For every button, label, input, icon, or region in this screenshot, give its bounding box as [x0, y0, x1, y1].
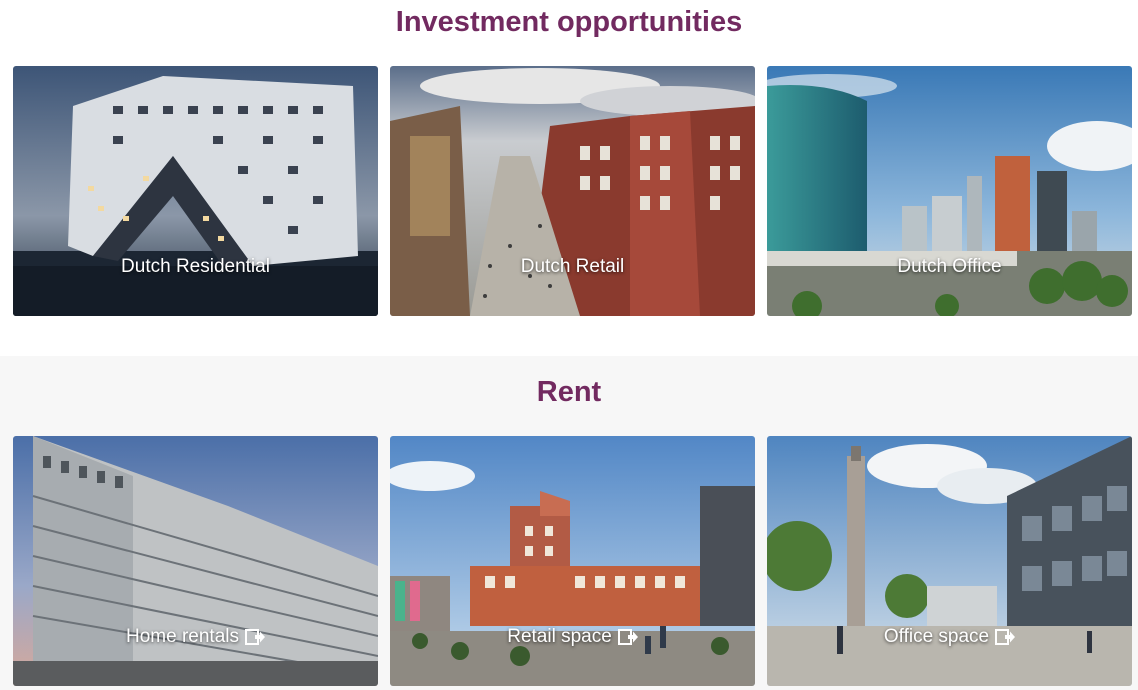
retail-space-square-image: [390, 436, 755, 686]
retail-street-image: [390, 66, 755, 316]
card-home-rentals[interactable]: Home rentals: [13, 436, 378, 686]
home-rentals-building-image: [13, 436, 378, 686]
office-space-plaza-image: [767, 436, 1132, 686]
card-label-dutch-retail: Dutch Retail: [520, 256, 625, 277]
residential-building-image: [13, 66, 378, 316]
investment-heading: Investment opportunities: [395, 6, 743, 38]
office-towers-image: [767, 66, 1132, 316]
external-link-icon: [995, 629, 1016, 645]
card-dutch-office[interactable]: Dutch Office: [767, 66, 1132, 316]
card-dutch-residential[interactable]: Dutch Residential: [13, 66, 378, 316]
external-link-icon: [245, 629, 265, 645]
card-label-dutch-office: Dutch Office: [897, 256, 1002, 277]
card-office-space[interactable]: Office space: [767, 436, 1132, 686]
card-label-home-rentals: Home rentals: [13, 626, 378, 648]
card-label-office-space: Office space: [767, 626, 1132, 648]
rent-section: Rent Home rentals Retail space Office sp…: [0, 356, 1138, 690]
card-label-retail-space: Retail space: [390, 626, 755, 648]
external-link-icon: [617, 629, 638, 645]
card-label-dutch-residential: Dutch Residential: [121, 256, 270, 277]
investment-section: Investment opportunities Dutch Residenti…: [0, 0, 1138, 356]
rent-heading: Rent: [536, 376, 602, 408]
card-retail-space[interactable]: Retail space: [390, 436, 755, 686]
card-dutch-retail[interactable]: Dutch Retail: [390, 66, 755, 316]
